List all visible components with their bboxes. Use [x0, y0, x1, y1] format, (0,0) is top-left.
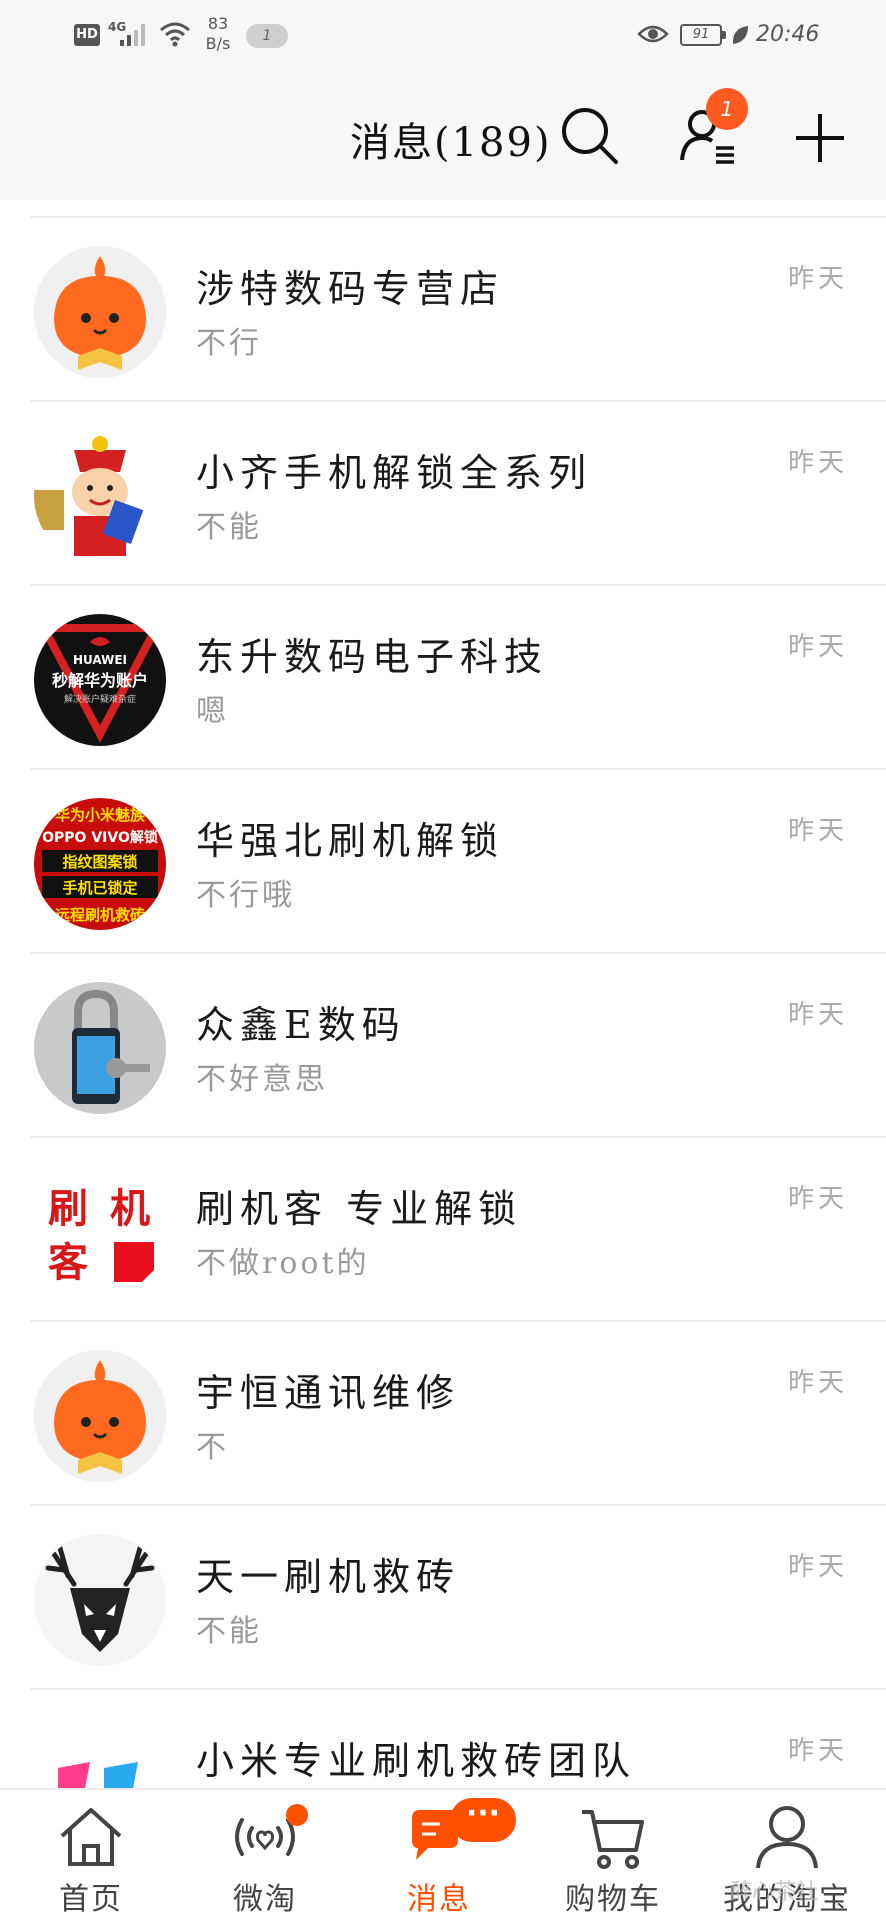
- profile-icon: [756, 1806, 818, 1869]
- conversation-name: 东升数码电子科技: [196, 635, 549, 679]
- clock: 20:46: [756, 22, 820, 47]
- conversation-name: 宇恒通讯维修: [196, 1371, 461, 1415]
- bottom-nav: 首页 微淘 ··· 消息 购物车 我的淘宝 醉心茶社: [0, 1788, 886, 1920]
- avatar: [34, 1534, 166, 1666]
- avatar-text: 解决账户疑难杂症: [64, 693, 136, 705]
- avatar: [34, 246, 166, 378]
- conversation-item[interactable]: 刷 机 客 刷机客 专业解锁 不做root的 昨天: [0, 1138, 886, 1322]
- search-icon[interactable]: [558, 104, 620, 166]
- nav-messages[interactable]: ··· 消息: [354, 1790, 524, 1920]
- wifi-icon: [160, 22, 190, 47]
- conversation-item[interactable]: 华为小米魅族 OPPO VIVO解锁 指纹图案锁 手机已锁定 远程刷机救砖 华强…: [0, 770, 886, 954]
- header: 消息(189) 1: [0, 70, 886, 200]
- conversation-name: 华强北刷机解锁: [196, 819, 505, 863]
- home-icon: [60, 1808, 122, 1866]
- avatar-text: 秒解华为账户: [52, 671, 148, 690]
- avatar: [34, 430, 166, 562]
- conversation-item[interactable]: 小齐手机解锁全系列 不能 昨天: [0, 402, 886, 586]
- nav-cart[interactable]: 购物车: [528, 1790, 698, 1920]
- unlock-banner-icon: 华为小米魅族 OPPO VIVO解锁 指纹图案锁 手机已锁定 远程刷机救砖: [34, 798, 166, 930]
- status-bar: HD 4G 83 B/s 1 91 20:46: [0, 0, 886, 70]
- conversation-item[interactable]: 涉特数码专营店 不行 昨天: [0, 218, 886, 402]
- more-badge: ···: [450, 1798, 516, 1842]
- conversation-item[interactable]: HUAWEI 秒解华为账户 解决账户疑难杂症 东升数码电子科技 嗯 昨天: [0, 586, 886, 770]
- deer-head-icon: [34, 1534, 166, 1666]
- conversation-item[interactable]: 宇恒通讯维修 不 昨天: [0, 1322, 886, 1506]
- nav-dot-badge: [286, 1804, 308, 1826]
- conversation-preview: 嗯: [196, 694, 229, 729]
- phone-lock-key-icon: [34, 982, 166, 1114]
- avatar-text: OPPO VIVO解锁: [42, 829, 158, 846]
- page-title: 消息(189): [350, 120, 552, 166]
- speed-unit: B/s: [205, 34, 231, 53]
- conversation-name: 众鑫E数码: [196, 1003, 406, 1047]
- avatar-text: 机: [110, 1186, 150, 1232]
- conversation-time: 昨天: [787, 1000, 848, 1030]
- conversation-time: 昨天: [787, 1368, 848, 1398]
- avatar-text: 客: [48, 1240, 88, 1286]
- conversation-preview: 不能: [196, 1614, 262, 1649]
- nav-label: 购物车: [565, 1882, 661, 1917]
- conversation-time: 昨天: [787, 816, 848, 846]
- conversation-time: 昨天: [787, 1552, 848, 1582]
- watermark: 醉心茶社: [730, 1880, 819, 1905]
- avatar-text: 手机已锁定: [62, 879, 137, 897]
- nav-label: 消息: [407, 1882, 471, 1917]
- conversation-name: 刷机客 专业解锁: [196, 1187, 523, 1231]
- speed-value: 83: [207, 14, 229, 33]
- huawei-unlock-icon: HUAWEI 秒解华为账户 解决账户疑难杂症: [34, 614, 166, 746]
- conversation-preview: 不: [196, 1430, 229, 1465]
- fortune-god-icon: [34, 430, 166, 562]
- avatar-text: 刷: [48, 1186, 88, 1232]
- avatar: 刷 机 客: [34, 1166, 166, 1298]
- nav-weitao[interactable]: 微淘: [180, 1790, 350, 1920]
- conversation-time: 昨天: [787, 264, 848, 294]
- conversation-preview: 不做root的: [196, 1246, 370, 1281]
- battery-indicator: 91: [680, 24, 726, 46]
- avatar-text: 指纹图案锁: [62, 853, 137, 871]
- contacts-badge: 1: [706, 88, 748, 130]
- conversation-name: 小米专业刷机救砖团队: [196, 1739, 637, 1783]
- plus-icon[interactable]: [792, 110, 848, 166]
- shuajike-logo-icon: 刷 机 客: [34, 1166, 166, 1298]
- eye-comfort-icon: [637, 25, 669, 43]
- conversation-list: 涉特数码专营店 不行 昨天 小齐手机解锁全系列 不能 昨天 HUAWEI 秒解华…: [0, 218, 886, 1874]
- conversation-time: 昨天: [787, 1184, 848, 1214]
- taobao-mascot-icon: [34, 246, 166, 378]
- conversation-time: 昨天: [787, 632, 848, 662]
- avatar: [34, 982, 166, 1114]
- taobao-mascot-icon: [34, 1350, 166, 1482]
- conversation-item[interactable]: 众鑫E数码 不好意思 昨天: [0, 954, 886, 1138]
- conversation-time: 昨天: [787, 448, 848, 478]
- avatar-text: 华为小米魅族: [55, 806, 146, 824]
- notification-pill: 1: [246, 24, 288, 48]
- conversation-preview: 不行: [196, 326, 262, 361]
- conversation-name: 天一刷机救砖: [196, 1555, 461, 1599]
- hd-indicator: HD: [74, 24, 100, 46]
- avatar: HUAWEI 秒解华为账户 解决账户疑难杂症: [34, 614, 166, 746]
- conversation-preview: 不能: [196, 510, 262, 545]
- nav-label: 微淘: [233, 1882, 297, 1917]
- conversation-time: 昨天: [787, 1736, 848, 1766]
- leaf-icon: [732, 26, 748, 44]
- nav-label: 首页: [59, 1882, 123, 1917]
- conversation-item[interactable]: 天一刷机救砖 不能 昨天: [0, 1506, 886, 1690]
- cart-icon: [582, 1810, 644, 1869]
- conversation-preview: 不行哦: [196, 878, 295, 913]
- nav-home[interactable]: 首页: [6, 1790, 176, 1920]
- avatar-text: HUAWEI: [73, 653, 127, 667]
- network-speed: 83 B/s: [200, 14, 236, 54]
- conversation-name: 涉特数码专营店: [196, 267, 505, 311]
- avatar: [34, 1350, 166, 1482]
- avatar: 华为小米魅族 OPPO VIVO解锁 指纹图案锁 手机已锁定 远程刷机救砖: [34, 798, 166, 930]
- avatar-text: 远程刷机救砖: [55, 906, 145, 924]
- conversation-preview: 不好意思: [196, 1062, 328, 1097]
- signal-icon: [120, 24, 145, 46]
- conversation-name: 小齐手机解锁全系列: [196, 451, 593, 495]
